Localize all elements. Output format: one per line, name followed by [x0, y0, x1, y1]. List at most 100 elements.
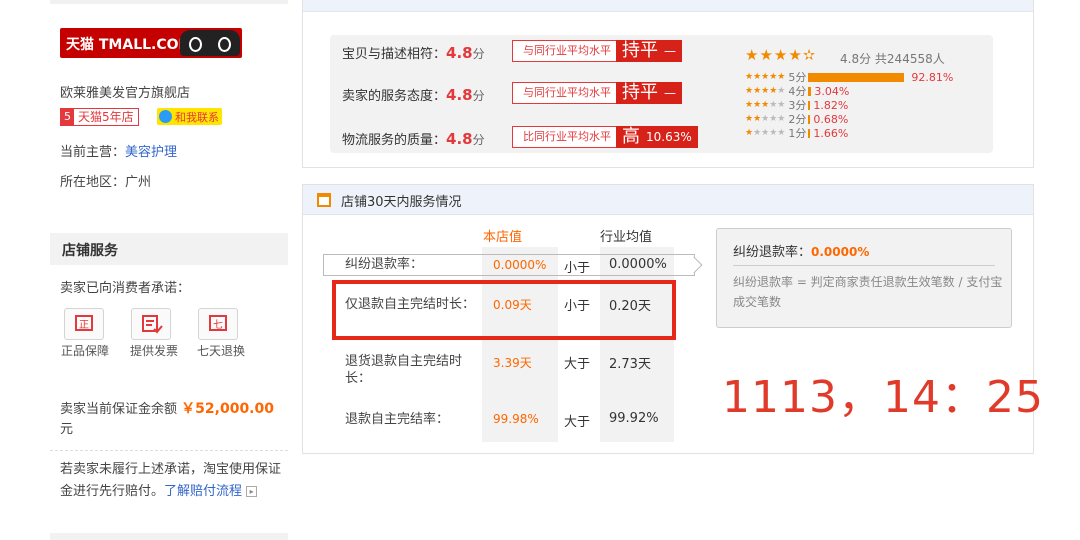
badge-years-number: 5 [61, 109, 74, 125]
rating-score: 4.8 [446, 86, 473, 104]
invoice-icon[interactable] [131, 308, 171, 340]
shop-location: 所在地区：广州 [60, 175, 152, 190]
star-row-bar [808, 100, 811, 110]
overall-stars-icon: ★★★★✫ [745, 46, 817, 64]
service-row-shop-value: 3.39天 [493, 356, 532, 370]
rating-score: 4.8 [446, 44, 473, 62]
star-row-icon: ★★★★★ [745, 128, 786, 138]
overall-score-summary: 4.8分 共244558人 [840, 50, 945, 67]
star-row-percent: 3.04% [814, 84, 850, 98]
rating-compare-description: 与同行业平均水平 持平 — [512, 40, 682, 62]
promise-label-genuine: 正品保障 [61, 344, 110, 358]
overall-score: 4.8分 [840, 52, 872, 66]
calendar-icon [317, 193, 331, 207]
star-row-icon: ★★★★★ [745, 114, 786, 124]
contact-label: 和我联系 [175, 110, 219, 124]
column-header-shop: 本店值 [483, 230, 523, 245]
info-title-label: 纠纷退款率： [733, 245, 812, 260]
main-category-link[interactable]: 美容护理 [125, 145, 177, 160]
deposit-amount: ￥52,000.00 [181, 401, 274, 417]
rating-distribution: ★★★★★ 5分 92.81% ★★★★★ 4分 3.04% ★★★★★ 3分 1.82% ★★★… [745, 70, 954, 141]
service-row-industry-value: 0.0000% [609, 257, 667, 272]
service-row-compare: 小于 [564, 261, 591, 276]
service-row-industry-value: 99.92% [609, 411, 659, 426]
service-row-label[interactable]: 退货退款自主完结时长： [345, 353, 475, 387]
star-row-bar [808, 72, 905, 82]
compare-text: 与同行业平均水平 [512, 40, 616, 62]
rating-label: 物流服务的质量： [342, 133, 447, 148]
service-row-industry-value: 2.73天 [609, 357, 651, 372]
shop-service-title: 店铺服务 [62, 243, 118, 259]
left-divider [50, 450, 288, 451]
compare-result: 高 10.63% [616, 126, 698, 148]
promise-intro: 卖家已向消费者承诺： [60, 281, 191, 296]
service30-header: 店铺30天内服务情况 [303, 185, 1033, 215]
star-row-percent: 1.82% [813, 98, 849, 112]
service30-title: 店铺30天内服务情况 [341, 195, 462, 210]
rating-distribution-row: ★★★★★ 3分 1.82% [745, 98, 953, 113]
main-category: 当前主营：美容护理 [60, 141, 177, 160]
contact-seller-button[interactable]: 和我联系 [157, 108, 222, 125]
rating-row-service: 卖家的服务态度：4.8分 [342, 85, 485, 104]
star-row-bar [808, 114, 811, 124]
wangwang-icon [159, 110, 172, 123]
rating-label: 宝贝与描述相符： [342, 47, 447, 62]
service-row-label[interactable]: 退款自主完结率： [345, 411, 475, 428]
left-next-section-header [50, 533, 288, 540]
star-row-percent: 0.68% [813, 112, 849, 126]
left-header-strip [50, 0, 288, 4]
info-title: 纠纷退款率：0.0000% [733, 241, 869, 260]
overlay-timestamp: 1113，14：25 [722, 372, 1044, 423]
compare-suffix: — [664, 86, 676, 100]
star-row-bar [808, 128, 811, 138]
info-description: 纠纷退款率 = 判定商家责任退款生效笔数 / 支付宝成交笔数 [733, 275, 1003, 309]
rating-unit: 分 [472, 89, 485, 103]
seven-day-return-icon[interactable]: 七 [198, 308, 238, 340]
column-header-industry: 行业均值 [600, 230, 653, 245]
rating-unit: 分 [472, 133, 485, 147]
info-title-value: 0.0000% [811, 245, 870, 259]
compare-suffix: — [664, 44, 676, 58]
rating-compare-logistics: 比同行业平均水平 高 10.63% [512, 126, 698, 148]
promise-label-return: 七天退换 [197, 344, 246, 358]
deposit-label: 卖家当前保证金余额 [60, 402, 178, 417]
tmall-logo[interactable]: 天猫 TMALL.COM [60, 28, 242, 58]
svg-text:七: 七 [213, 319, 223, 331]
compare-result-word: 持平 [622, 40, 658, 61]
star-row-icon: ★★★★★ [745, 86, 786, 96]
rating-row-logistics: 物流服务的质量：4.8分 [342, 129, 485, 148]
compare-text: 比同行业平均水平 [512, 126, 616, 148]
compare-result: 持平 — [616, 82, 682, 104]
rating-label: 卖家的服务态度： [342, 89, 447, 104]
service-row-compare: 大于 [564, 357, 591, 372]
rating-score: 4.8 [446, 130, 473, 148]
claim-process-link[interactable]: 了解赔付流程 [164, 484, 242, 499]
service-row-label[interactable]: 纠纷退款率： [345, 256, 475, 273]
arrow-right-icon[interactable]: ▸ [246, 486, 258, 497]
compare-result-word: 高 [622, 126, 640, 147]
rating-distribution-row: ★★★★★ 5分 92.81% [745, 70, 954, 85]
rating-panel-header [303, 0, 1033, 12]
compare-text: 与同行业平均水平 [512, 82, 616, 104]
compare-result-word: 持平 [622, 82, 658, 103]
shop-service-header: 店铺服务 [50, 233, 288, 265]
tmall-cat-icon [180, 30, 240, 56]
star-row-icon: ★★★★★ [745, 100, 786, 110]
star-row-label: 1分 [788, 127, 807, 140]
info-divider [733, 265, 995, 266]
star-row-percent: 92.81% [911, 70, 954, 84]
genuine-guarantee-icon[interactable]: 正 [64, 308, 104, 340]
badge-years-text: 天猫5年店 [78, 110, 134, 124]
promise-label-invoice: 提供发票 [130, 344, 179, 358]
service-row-shop-value: 99.98% [493, 412, 539, 426]
service-row-compare: 大于 [564, 415, 591, 430]
star-row-icon: ★★★★★ [745, 72, 786, 82]
shop-name[interactable]: 欧莱雅美发官方旗舰店 [60, 82, 190, 101]
rating-compare-service: 与同行业平均水平 持平 — [512, 82, 682, 104]
star-row-percent: 1.66% [813, 126, 849, 140]
main-category-label: 当前主营： [60, 145, 126, 160]
compare-pct: 10.63% [646, 130, 692, 144]
svg-text:正: 正 [79, 320, 89, 331]
claim-notice: 若卖家未履行上述承诺，淘宝使用保证金进行先行赔付。了解赔付流程 ▸ [60, 459, 288, 503]
rating-row-description: 宝贝与描述相符：4.8分 [342, 43, 485, 62]
